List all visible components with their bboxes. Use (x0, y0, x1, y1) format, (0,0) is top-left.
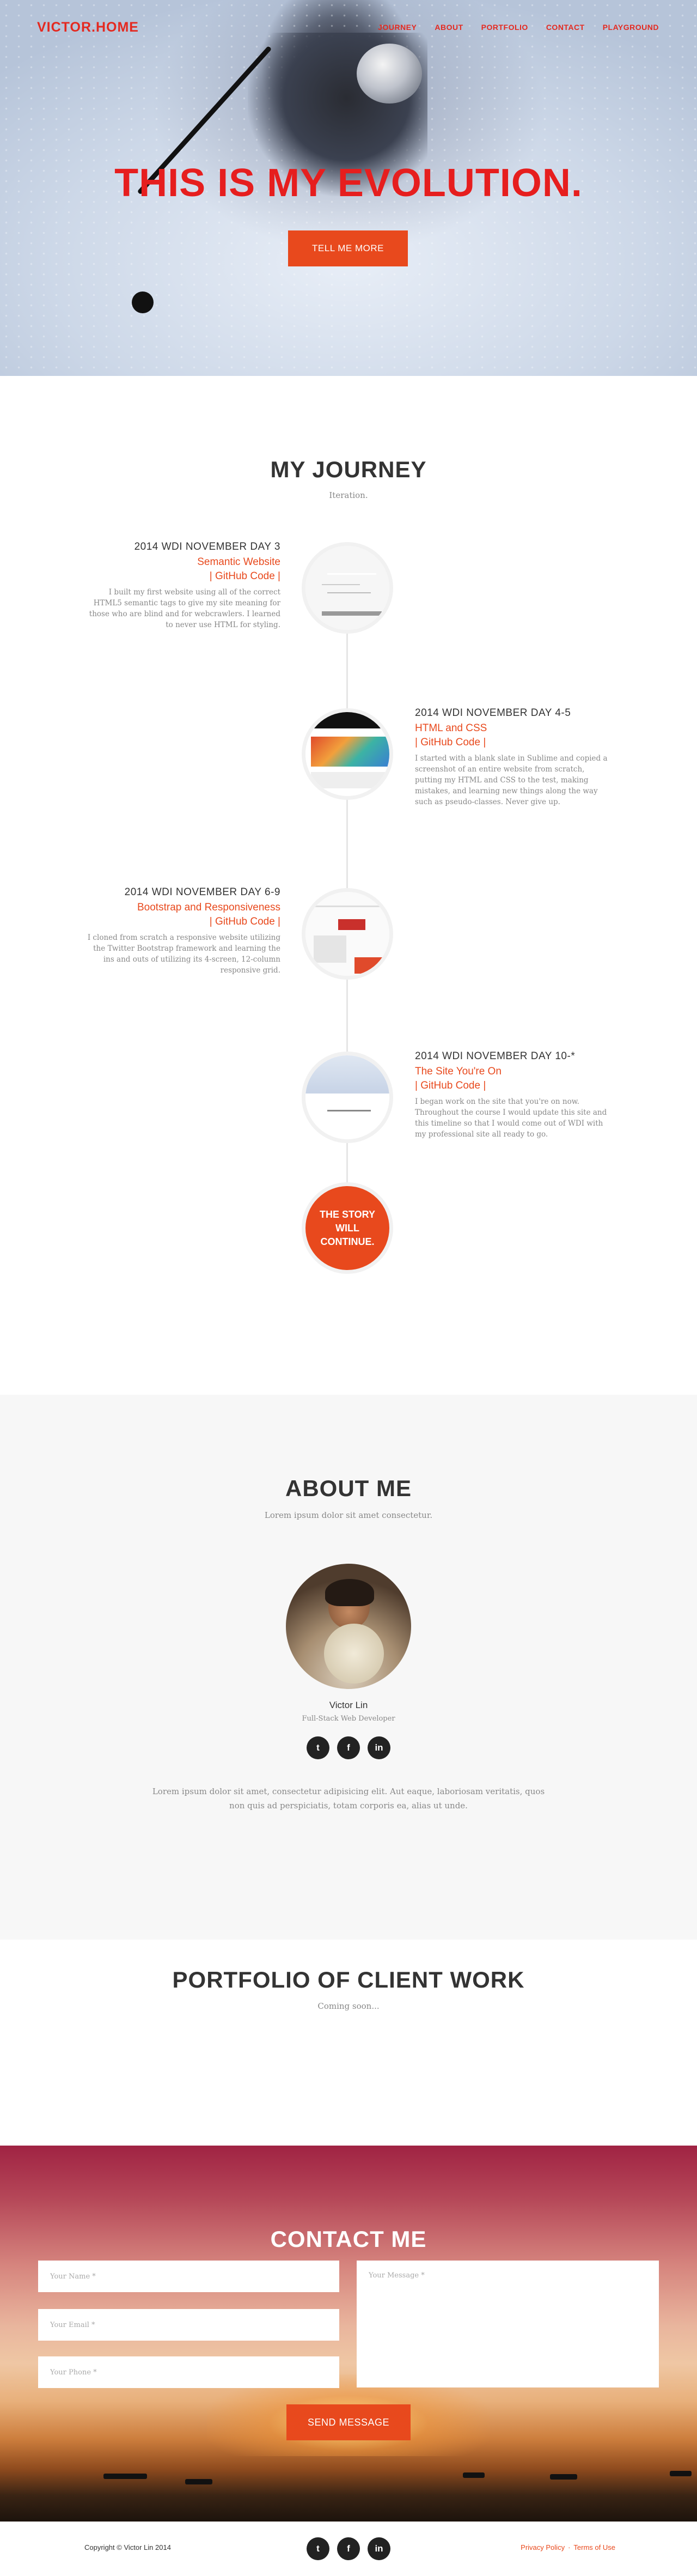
timeline-entry-3: 2014 WDI NOVEMBER DAY 6-9 Bootstrap and … (84, 886, 280, 976)
timeline-date: 2014 WDI NOVEMBER DAY 6-9 (124, 886, 280, 898)
terms-of-use-link[interactable]: Terms of Use (573, 2543, 615, 2551)
timeline-description: I began work on the site that you're on … (415, 1097, 607, 1139)
story-will-continue-badge: THE STORY WILL CONTINUE. (302, 1182, 393, 1274)
github-code-link[interactable]: | GitHub Code | (415, 1080, 611, 1092)
nav-link-portfolio[interactable]: PORTFOLIO (481, 23, 528, 32)
phone-field[interactable] (38, 2356, 339, 2388)
timeline-entry-4: 2014 WDI NOVEMBER DAY 10-* The Site You'… (415, 1050, 611, 1140)
message-field[interactable] (357, 2261, 659, 2387)
name-field[interactable] (38, 2261, 339, 2292)
footer-social-links: t f in (307, 2537, 390, 2560)
nav-links: JOURNEY ABOUT PORTFOLIO CONTACT PLAYGROU… (378, 23, 659, 32)
footer: Copyright © Victor Lin 2014 t f in Priva… (0, 2522, 697, 2576)
twitter-icon[interactable]: t (307, 1736, 329, 1759)
about-subtitle: Lorem ipsum dolor sit amet consectetur. (264, 1510, 433, 1520)
linkedin-icon[interactable]: in (368, 2537, 390, 2560)
timeline-image-1 (302, 542, 393, 634)
boat-silhouette (550, 2474, 577, 2480)
timeline-project-link[interactable]: The Site You're On (415, 1066, 611, 1078)
contact-title: CONTACT ME (270, 2226, 427, 2252)
portfolio-subtitle: Coming soon... (317, 2001, 380, 2011)
timeline-image-3 (302, 888, 393, 980)
facebook-icon[interactable]: f (337, 1736, 360, 1759)
tell-me-more-button[interactable]: TELL ME MORE (288, 230, 408, 266)
ski-pole-basket (132, 291, 154, 313)
copyright-text: Copyright © Victor Lin 2014 (84, 2543, 171, 2551)
privacy-policy-link[interactable]: Privacy Policy (521, 2543, 565, 2551)
boat-silhouette (185, 2479, 212, 2484)
timeline-image-4 (302, 1052, 393, 1143)
about-title: ABOUT ME (285, 1475, 412, 1501)
site-logo[interactable]: VICTOR.HOME (37, 20, 139, 35)
journey-title: MY JOURNEY (270, 457, 427, 482)
timeline-entry-1: 2014 WDI NOVEMBER DAY 3 Semantic Website… (84, 541, 280, 630)
timeline-image-2 (302, 708, 393, 800)
timeline-date: 2014 WDI NOVEMBER DAY 3 (134, 541, 280, 552)
timeline-description: I built my first website using all of th… (89, 588, 280, 629)
timeline-date: 2014 WDI NOVEMBER DAY 4-5 (415, 707, 571, 719)
nav-link-playground[interactable]: PLAYGROUND (603, 23, 659, 32)
portfolio-section: PORTFOLIO OF CLIENT WORK Coming soon... (0, 1940, 697, 2146)
about-description: Lorem ipsum dolor sit amet, consectetur … (152, 1787, 545, 1811)
profile-role: Full-Stack Web Developer (302, 1715, 395, 1723)
boat-silhouette (463, 2472, 485, 2478)
about-section: ABOUT ME Lorem ipsum dolor sit amet cons… (0, 1395, 697, 1940)
contact-section: CONTACT ME SEND MESSAGE (0, 2146, 697, 2522)
timeline-description: I started with a blank slate in Sublime … (415, 754, 608, 806)
hero-title: THIS IS MY EVOLUTION. (114, 161, 583, 205)
boat-silhouette (670, 2471, 692, 2476)
timeline-date: 2014 WDI NOVEMBER DAY 10-* (415, 1050, 576, 1062)
journey-subtitle: Iteration. (329, 490, 368, 500)
timeline-project-link[interactable]: Bootstrap and Responsiveness (84, 902, 280, 914)
story-line-2: WILL (335, 1222, 359, 1234)
footer-links: Privacy Policy · Terms of Use (521, 2543, 615, 2551)
facebook-icon[interactable]: f (337, 2537, 360, 2560)
email-field[interactable] (38, 2309, 339, 2341)
timeline-project-link[interactable]: Semantic Website (84, 556, 280, 568)
journey-section: MY JOURNEY Iteration. 2014 WDI NOVEMBER … (0, 376, 697, 1395)
timeline-entry-2: 2014 WDI NOVEMBER DAY 4-5 HTML and CSS |… (415, 707, 611, 807)
footer-separator: · (568, 2543, 571, 2551)
nav-link-journey[interactable]: JOURNEY (378, 23, 417, 32)
timeline-description: I cloned from scratch a responsive websi… (87, 933, 280, 975)
twitter-icon[interactable]: t (307, 2537, 329, 2560)
github-code-link[interactable]: | GitHub Code | (84, 916, 280, 928)
github-code-link[interactable]: | GitHub Code | (84, 570, 280, 582)
boat-silhouette (103, 2474, 147, 2479)
story-line-3: CONTINUE. (320, 1236, 375, 1247)
about-social-links: t f in (307, 1736, 390, 1759)
avatar (286, 1564, 411, 1689)
github-code-link[interactable]: | GitHub Code | (415, 737, 611, 749)
top-navigation: VICTOR.HOME JOURNEY ABOUT PORTFOLIO CONT… (0, 0, 697, 54)
story-line-1: THE STORY (319, 1208, 375, 1220)
timeline-project-link[interactable]: HTML and CSS (415, 722, 611, 734)
portfolio-title: PORTFOLIO OF CLIENT WORK (172, 1967, 525, 1992)
nav-link-about[interactable]: ABOUT (435, 23, 463, 32)
send-message-button[interactable]: SEND MESSAGE (286, 2404, 411, 2440)
linkedin-icon[interactable]: in (368, 1736, 390, 1759)
nav-link-contact[interactable]: CONTACT (546, 23, 585, 32)
hero-section: VICTOR.HOME JOURNEY ABOUT PORTFOLIO CONT… (0, 0, 697, 376)
profile-name: Victor Lin (329, 1700, 368, 1710)
